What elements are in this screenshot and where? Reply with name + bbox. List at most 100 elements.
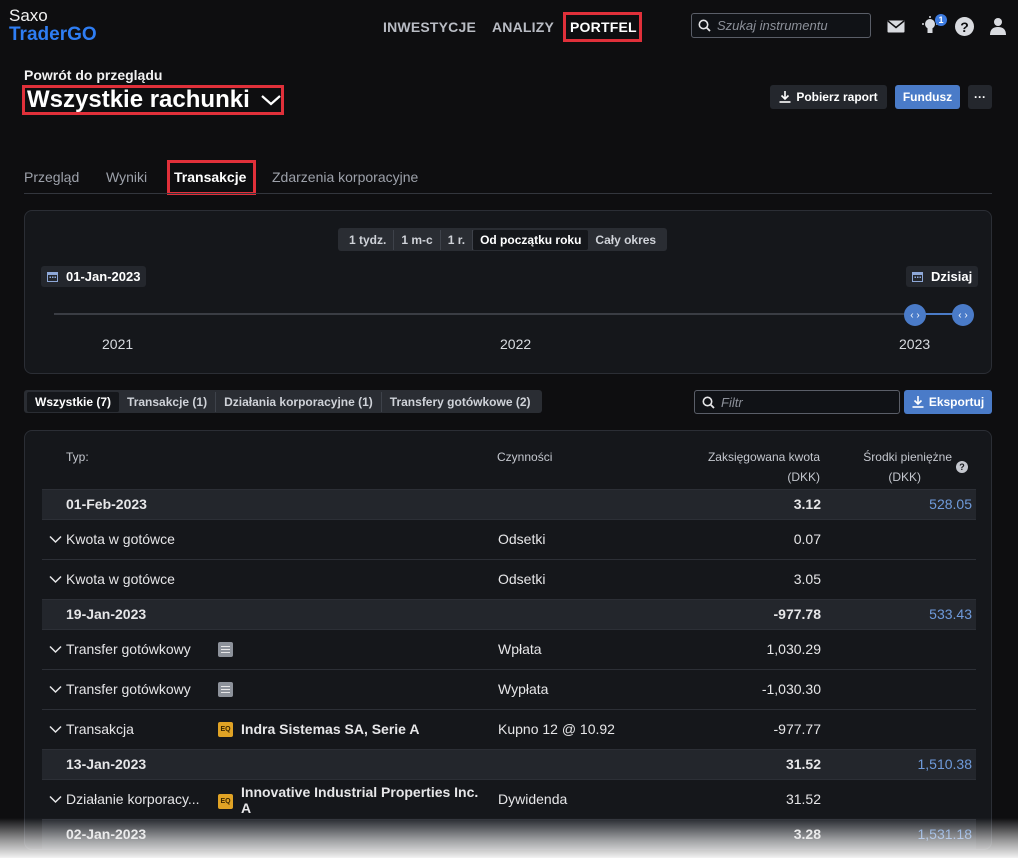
transaction-activity: Odsetki	[498, 571, 546, 587]
transaction-type: Kwota w gotówce	[66, 571, 175, 587]
period-selector: 1 tydz. 1 m-c 1 r. Od początku roku Cały…	[338, 228, 668, 251]
period-1-month[interactable]: 1 m-c	[394, 229, 441, 250]
brand-product[interactable]: TraderGO	[9, 24, 97, 46]
column-booked-amount[interactable]: Zaksięgowana kwota	[625, 447, 820, 467]
tab-wyniki[interactable]: Wyniki	[106, 169, 147, 185]
group-date: 01-Feb-2023	[66, 496, 147, 512]
calendar-icon	[912, 272, 923, 282]
group-cash-balance: 528.05	[929, 496, 972, 512]
period-ytd[interactable]: Od początku roku	[473, 229, 589, 250]
start-date-picker[interactable]: 01-Jan-2023	[41, 266, 147, 287]
instrument-search[interactable]	[691, 13, 871, 38]
tab-zdarzenia-korporacyjne[interactable]: Zdarzenia korporacyjne	[272, 169, 418, 185]
filter-trades[interactable]: Transakcje (1)	[119, 391, 217, 412]
column-type[interactable]: Typ:	[66, 447, 89, 467]
download-report-button[interactable]: Pobierz raport	[770, 85, 887, 109]
nav-inwestycje[interactable]: INWESTYCJE	[383, 19, 476, 35]
start-date: 01-Jan-2023	[66, 269, 141, 284]
transaction-amount: 0.07	[793, 531, 821, 547]
more-options-button[interactable]: ···	[968, 85, 992, 109]
column-cash[interactable]: Środki pieniężne	[795, 447, 952, 467]
end-date-picker[interactable]: Dzisiaj	[906, 266, 979, 287]
calendar-icon	[47, 272, 58, 282]
date-group-row: 19-Jan-2023 -977.78 533.43	[42, 599, 976, 629]
transaction-row[interactable]: Działanie korporacy... EQ Innovative Ind…	[42, 779, 976, 819]
nav-analizy[interactable]: ANALIZY	[492, 19, 554, 35]
chevron-down-icon[interactable]	[49, 645, 62, 654]
column-activity[interactable]: Czynności	[497, 447, 552, 467]
user-icon[interactable]	[989, 16, 1007, 36]
nav-portfel[interactable]: PORTFEL	[570, 19, 637, 35]
search-input[interactable]	[717, 18, 857, 33]
group-date: 02-Jan-2023	[66, 826, 147, 842]
transaction-type: Transfer gotówkowy	[66, 641, 191, 657]
end-date: Dzisiaj	[931, 269, 973, 284]
filter-corporate-actions[interactable]: Działania korporacyjne (1)	[216, 391, 382, 412]
filter-cash-transfers[interactable]: Transfery gotówkowe (2)	[382, 392, 539, 412]
timeline-track	[54, 313, 964, 315]
year-label-2022: 2022	[500, 336, 532, 352]
cash-help-icon[interactable]: ?	[956, 461, 968, 473]
chevron-down-icon[interactable]	[49, 575, 62, 584]
transaction-amount: -1,030.30	[761, 681, 821, 697]
transaction-row[interactable]: Transfer gotówkowy Wpłata 1,030.29	[42, 629, 976, 669]
instrument-name[interactable]: Innovative Industrial Properties Inc. A	[241, 784, 491, 816]
period-1-week[interactable]: 1 tydz.	[342, 229, 395, 250]
equity-icon: EQ	[218, 722, 233, 737]
chevron-down-icon[interactable]	[49, 725, 62, 734]
year-label-2021: 2021	[102, 336, 134, 352]
group-amount: 3.12	[793, 496, 821, 512]
help-icon[interactable]: ?	[955, 17, 974, 36]
group-amount: 31.52	[785, 756, 821, 772]
chevron-down-icon[interactable]	[49, 685, 62, 694]
tab-transakcje[interactable]: Transakcje	[174, 169, 246, 185]
download-icon	[779, 91, 791, 103]
transaction-type-filter: Wszystkie (7) Transakcje (1) Działania k…	[24, 390, 542, 413]
export-label: Eksportuj	[928, 395, 985, 409]
transaction-row[interactable]: Transfer gotówkowy Wypłata -1,030.30	[42, 669, 976, 709]
tab-przeglad[interactable]: Przegląd	[24, 169, 79, 185]
transaction-activity: Kupno 12 @ 10.92	[498, 721, 615, 737]
page-title: Wszystkie rachunki	[27, 86, 250, 113]
transaction-type: Transfer gotówkowy	[66, 681, 191, 697]
tabs-divider	[24, 193, 992, 194]
fund-button[interactable]: Fundusz	[895, 85, 960, 109]
period-all[interactable]: Cały okres	[588, 230, 663, 250]
date-group-row: 13-Jan-2023 31.52 1,510.38	[42, 749, 976, 779]
timeline-end-handle[interactable]: ‹ ›	[952, 304, 974, 326]
transactions-table: Typ: Czynności Zaksięgowana kwota (DKK) …	[24, 430, 992, 850]
table-filter[interactable]	[694, 390, 900, 414]
transaction-row[interactable]: Kwota w gotówce Odsetki 3.05	[42, 559, 976, 599]
filter-input[interactable]	[721, 394, 861, 410]
chevron-down-icon	[261, 95, 282, 106]
brand-name: Saxo	[9, 6, 48, 25]
account-selector[interactable]: Wszystkie rachunki	[27, 86, 282, 114]
mail-icon[interactable]	[886, 18, 906, 34]
group-cash-balance: 533.43	[929, 606, 972, 622]
year-label-2023: 2023	[899, 336, 931, 352]
download-icon	[912, 396, 924, 408]
group-date: 13-Jan-2023	[66, 756, 147, 772]
transaction-type: Transakcja	[66, 721, 134, 737]
export-button[interactable]: Eksportuj	[904, 390, 992, 414]
transaction-activity: Wpłata	[498, 641, 542, 657]
timeline-start-handle[interactable]: ‹ ›	[904, 304, 926, 326]
group-amount: -977.78	[773, 606, 821, 622]
transaction-amount: 3.05	[793, 571, 821, 587]
transaction-type: Działanie korporacy...	[66, 791, 200, 807]
back-to-overview-link[interactable]: Powrót do przeglądu	[24, 67, 162, 83]
download-report-label: Pobierz raport	[796, 90, 878, 104]
notification-badge: 1	[935, 14, 947, 26]
transaction-activity: Wypłata	[498, 681, 549, 697]
chevron-down-icon[interactable]	[49, 795, 62, 804]
filter-all[interactable]: Wszystkie (7)	[27, 391, 120, 412]
instrument-name[interactable]: Indra Sistemas SA, Serie A	[241, 721, 491, 737]
search-icon	[698, 19, 711, 32]
document-icon	[218, 682, 233, 697]
transaction-row[interactable]: Kwota w gotówce Odsetki 0.07	[42, 519, 976, 559]
period-1-year[interactable]: 1 r.	[441, 229, 474, 250]
equity-icon: EQ	[218, 794, 233, 809]
transaction-row[interactable]: Transakcja EQ Indra Sistemas SA, Serie A…	[42, 709, 976, 749]
group-amount: 3.28	[793, 826, 821, 842]
chevron-down-icon[interactable]	[49, 535, 62, 544]
